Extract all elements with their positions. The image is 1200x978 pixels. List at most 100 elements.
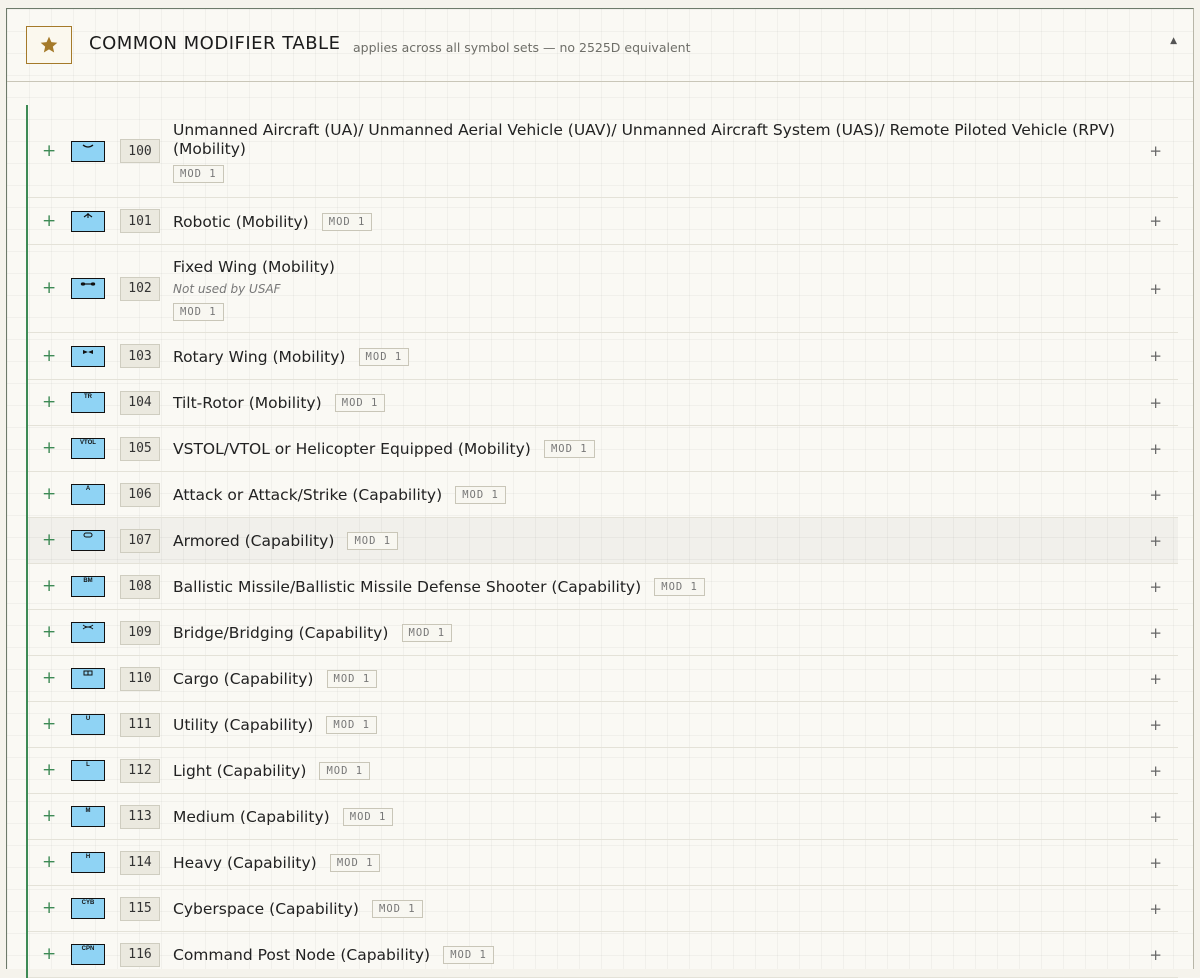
table-row[interactable]: + 102 Fixed Wing (Mobility) Not used by … xyxy=(28,245,1178,333)
modifier-name: Armored (Capability) xyxy=(173,532,335,550)
add-modifier-icon[interactable]: + xyxy=(42,347,56,365)
modifier-symbol-icon xyxy=(71,622,105,643)
table-row[interactable]: + 101 Robotic (Mobility) MOD 1 + xyxy=(28,198,1178,245)
table-row[interactable]: + L 112 Light (Capability) MOD 1 + xyxy=(28,748,1178,794)
expand-row-icon[interactable]: + xyxy=(1149,624,1162,642)
add-modifier-icon[interactable]: + xyxy=(42,946,56,963)
table-row[interactable]: + TR 104 Tilt-Rotor (Mobility) MOD 1 + xyxy=(28,380,1178,426)
mod-badge: MOD 1 xyxy=(334,394,386,412)
add-modifier-icon[interactable]: + xyxy=(42,280,56,297)
symbol-glyph: CPN xyxy=(81,946,95,952)
add-modifier-icon[interactable]: + xyxy=(42,716,56,733)
mod-badge: MOD 1 xyxy=(321,212,373,231)
expand-row-icon[interactable]: + xyxy=(1149,854,1162,872)
mod-badge: MOD 1 xyxy=(329,854,381,872)
table-row[interactable]: + CPN 116 Command Post Node (Capability)… xyxy=(28,932,1178,978)
modifier-symbol-icon: BM xyxy=(71,576,105,597)
mod-badge: MOD 1 xyxy=(173,164,224,183)
collapse-toggle-icon[interactable]: ▲ xyxy=(1170,36,1177,46)
add-modifier-icon[interactable]: + xyxy=(42,578,56,595)
modifier-code: 103 xyxy=(120,344,160,368)
modifier-code: 102 xyxy=(120,276,160,301)
modifier-symbol-icon: U xyxy=(71,714,105,735)
modifier-symbol-icon: A xyxy=(71,484,105,505)
modifier-symbol-icon: M xyxy=(71,806,105,827)
modifier-content: Robotic (Mobility) MOD 1 xyxy=(173,212,432,231)
modifier-code: 113 xyxy=(120,804,160,829)
expand-row-icon[interactable]: + xyxy=(1149,578,1162,596)
expand-row-icon[interactable]: + xyxy=(1149,440,1162,458)
table-row[interactable]: + H 114 Heavy (Capability) MOD 1 + xyxy=(28,840,1178,886)
page-subtitle: applies across all symbol sets — no 2525… xyxy=(353,40,691,55)
table-header[interactable]: COMMON MODIFIER TABLE applies across all… xyxy=(7,9,1193,82)
symbol-glyph: U xyxy=(85,716,91,722)
expand-row-icon[interactable]: + xyxy=(1149,394,1162,412)
modifier-content: Command Post Node (Capability) MOD 1 xyxy=(173,945,554,964)
add-modifier-icon[interactable]: + xyxy=(42,670,56,687)
table-row[interactable]: + M 113 Medium (Capability) MOD 1 + xyxy=(28,794,1178,840)
add-modifier-icon[interactable]: + xyxy=(42,808,56,825)
table-row[interactable]: + 110 Cargo (Capability) MOD 1 + xyxy=(28,656,1178,702)
table-row[interactable]: + 107 Armored (Capability) MOD 1 + xyxy=(28,518,1178,564)
mod-badge: MOD 1 xyxy=(326,716,377,734)
modifier-name: Fixed Wing (Mobility) xyxy=(173,257,335,276)
mod-badge: MOD 1 xyxy=(342,808,394,826)
modifier-code: 104 xyxy=(120,390,160,415)
modifier-symbol-icon: CPN xyxy=(71,944,105,965)
modifier-symbol-icon: L xyxy=(71,760,105,781)
table-row[interactable]: + 100 Unmanned Aircraft (UA)/ Unmanned A… xyxy=(28,105,1178,198)
add-modifier-icon[interactable]: + xyxy=(42,142,56,160)
modifier-name: Robotic (Mobility) xyxy=(173,212,309,231)
modifier-content: Tilt-Rotor (Mobility) MOD 1 xyxy=(173,393,445,412)
expand-row-icon[interactable]: + xyxy=(1149,808,1162,826)
modifier-content: Rotary Wing (Mobility) MOD 1 xyxy=(173,347,469,366)
expand-row-icon[interactable]: + xyxy=(1149,900,1162,918)
add-modifier-icon[interactable]: + xyxy=(42,762,56,779)
symbol-glyph: CYB xyxy=(81,900,95,906)
expand-row-icon[interactable]: + xyxy=(1149,280,1162,298)
add-modifier-icon[interactable]: + xyxy=(42,900,56,917)
expand-row-icon[interactable]: + xyxy=(1149,716,1162,734)
table-row[interactable]: + A 106 Attack or Attack/Strike (Capabil… xyxy=(28,472,1178,518)
modifier-content: Heavy (Capability) MOD 1 xyxy=(173,853,440,872)
modifier-code: 111 xyxy=(120,712,160,737)
add-modifier-icon[interactable]: + xyxy=(42,394,56,411)
add-modifier-icon[interactable]: + xyxy=(42,486,56,503)
modifier-code: 108 xyxy=(120,574,160,599)
table-row[interactable]: + 103 Rotary Wing (Mobility) MOD 1 + xyxy=(28,333,1178,380)
modifier-name: Medium (Capability) xyxy=(173,808,330,826)
expand-row-icon[interactable]: + xyxy=(1149,142,1162,160)
add-modifier-icon[interactable]: + xyxy=(42,624,56,641)
modifier-name: Bridge/Bridging (Capability) xyxy=(173,624,389,642)
add-modifier-icon[interactable]: + xyxy=(42,212,56,230)
mod-badge: MOD 1 xyxy=(326,670,378,688)
expand-row-icon[interactable]: + xyxy=(1149,670,1162,688)
table-row[interactable]: + BM 108 Ballistic Missile/Ballistic Mis… xyxy=(28,564,1178,610)
expand-row-icon[interactable]: + xyxy=(1149,762,1162,780)
symbol-glyph: TR xyxy=(84,394,92,400)
modifier-content: Cyberspace (Capability) MOD 1 xyxy=(173,899,483,918)
table-row[interactable]: + 109 Bridge/Bridging (Capability) MOD 1… xyxy=(28,610,1178,656)
expand-row-icon[interactable]: + xyxy=(1149,212,1162,230)
symbol-glyph: BM xyxy=(83,578,93,584)
add-modifier-icon[interactable]: + xyxy=(42,532,56,549)
add-modifier-icon[interactable]: + xyxy=(42,440,56,457)
modifier-name: Rotary Wing (Mobility) xyxy=(173,347,346,366)
modifier-content: Fixed Wing (Mobility) Not used by USAF M… xyxy=(173,257,395,321)
modifier-code: 105 xyxy=(120,436,160,461)
modifier-content: VSTOL/VTOL or Helicopter Equipped (Mobil… xyxy=(173,439,655,458)
table-row[interactable]: + U 111 Utility (Capability) MOD 1 + xyxy=(28,702,1178,748)
expand-row-icon[interactable]: + xyxy=(1149,532,1162,550)
modifier-code: 112 xyxy=(120,758,160,783)
modifier-content: Utility (Capability) MOD 1 xyxy=(173,715,437,734)
modifier-note: Not used by USAF xyxy=(173,281,281,296)
table-row[interactable]: + CYB 115 Cyberspace (Capability) MOD 1 … xyxy=(28,886,1178,932)
modifier-code: 110 xyxy=(120,666,160,691)
modifier-symbol-icon: TR xyxy=(71,392,105,413)
expand-row-icon[interactable]: + xyxy=(1149,486,1162,504)
expand-row-icon[interactable]: + xyxy=(1149,946,1162,964)
add-modifier-icon[interactable]: + xyxy=(42,854,56,871)
expand-row-icon[interactable]: + xyxy=(1149,347,1162,365)
table-row[interactable]: + VTOL 105 VSTOL/VTOL or Helicopter Equi… xyxy=(28,426,1178,472)
modifier-symbol-icon xyxy=(71,530,105,551)
